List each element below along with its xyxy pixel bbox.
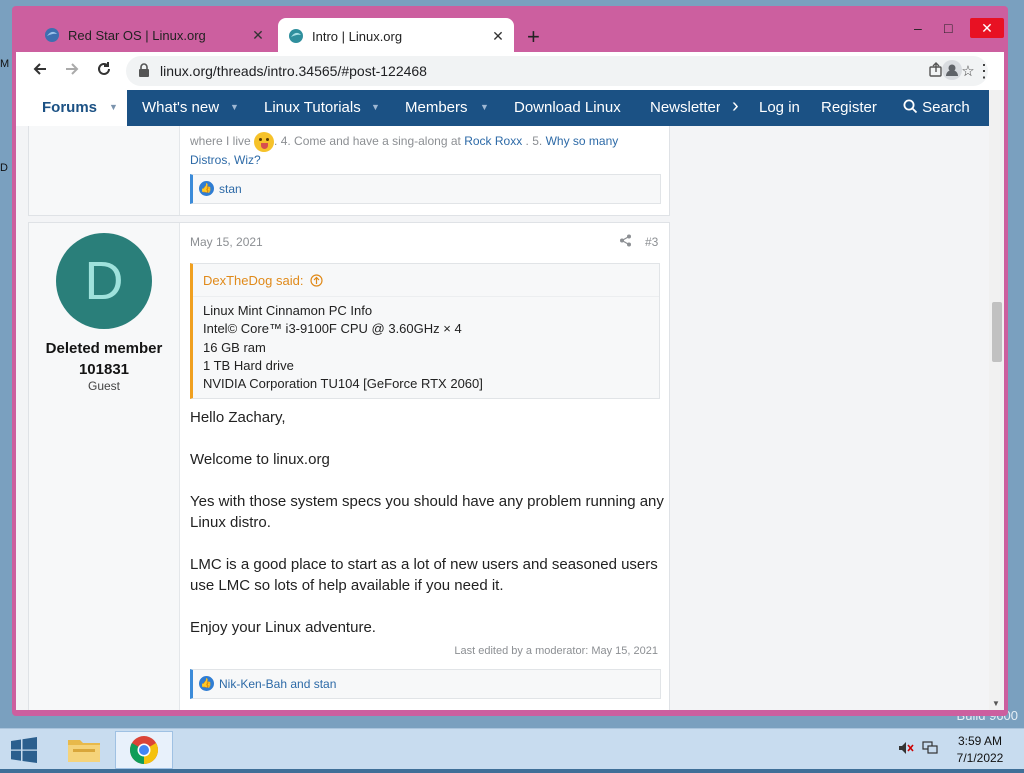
site-navigation: Forums ▼ What's new ▼ Linux Tutorials ▼ … — [16, 90, 989, 126]
quote-line: 1 TB Hard drive — [203, 357, 294, 373]
post-user-panel: D Deleted member 101831 Guest — [29, 223, 180, 710]
last-edited-note: Last edited by a moderator: May 15, 2021 — [454, 645, 658, 657]
tab-intro[interactable]: Intro | Linux.org ✕ — [278, 18, 514, 54]
quote-line: Linux Mint Cinnamon PC Info — [203, 303, 373, 318]
login-link[interactable]: Log in — [759, 99, 800, 116]
folder-icon — [68, 740, 100, 762]
message-paragraph: Enjoy your Linux adventure. — [190, 619, 376, 636]
nav-download-linux[interactable]: Download Linux — [514, 99, 621, 116]
scrollbar-thumb[interactable] — [992, 302, 1002, 362]
chevron-down-icon[interactable]: ▼ — [230, 102, 239, 112]
post-previous: where I live . 4. Come and have a sing-a… — [28, 126, 670, 216]
message-paragraph: Welcome to linux.org — [190, 451, 330, 468]
author-name-line: 101831 — [78, 361, 130, 378]
tab-title: Intro | Linux.org — [312, 28, 403, 44]
menu-icon[interactable]: ⋮ — [972, 60, 996, 82]
chrome-icon — [130, 736, 158, 764]
tab-strip: Red Star OS | Linux.org ✕ Intro | Linux.… — [12, 6, 1008, 54]
quote-line: NVIDIA Corporation TU104 [GeForce RTX 20… — [203, 376, 483, 392]
nav-forums-label: Forums — [42, 99, 98, 116]
nav-newsletter[interactable]: Newsletter — [650, 99, 720, 116]
volume-muted-icon[interactable] — [898, 741, 914, 758]
reactions-bar[interactable]: 👍 Nik-Ken-Bah and stan — [190, 669, 661, 699]
quote-author-label: DexTheDog said: — [203, 273, 304, 288]
network-icon[interactable] — [922, 741, 938, 758]
search-icon — [903, 99, 918, 114]
chrome-taskbar-button[interactable] — [115, 731, 173, 769]
chevron-down-icon[interactable]: ▼ — [109, 102, 118, 112]
author-name-line: Deleted member — [45, 340, 163, 357]
quote-body: Linux Mint Cinnamon PC Info Intel© Core™… — [203, 302, 483, 393]
post-text: . 4. Come and have a sing-along at — [274, 134, 461, 149]
browser-toolbar: linux.org/threads/intro.34565/#post-1224… — [16, 52, 1004, 90]
taskbar: 3:59 AM 7/1/2022 — [0, 728, 1024, 769]
forward-icon[interactable] — [60, 60, 84, 82]
register-link[interactable]: Register — [821, 99, 877, 116]
post-author[interactable]: Deleted member 101831 — [29, 338, 179, 380]
quote-block: DexTheDog said: Linux Mint Cinnamon PC I… — [190, 263, 660, 399]
lock-icon[interactable] — [138, 63, 150, 78]
reactions-bar[interactable]: 👍 stan — [190, 174, 661, 204]
like-icon: 👍 — [199, 181, 214, 196]
message-paragraph: Yes with those system specs you should h… — [190, 493, 664, 531]
post-link[interactable]: Rock Roxx — [464, 134, 522, 148]
quote-author[interactable]: DexTheDog said: — [203, 273, 323, 288]
chevron-down-icon[interactable]: ▼ — [480, 102, 489, 112]
avatar[interactable]: D — [56, 233, 152, 329]
chevron-right-icon[interactable]: › — [732, 95, 739, 118]
tab-red-star-os[interactable]: Red Star OS | Linux.org ✕ — [34, 20, 274, 50]
linux-org-favicon-icon — [45, 28, 59, 42]
clock-date: 7/1/2022 — [956, 751, 1004, 765]
scroll-down-arrow-icon[interactable]: ▼ — [992, 699, 1000, 708]
desktop-icon-label: D — [0, 162, 8, 174]
reaction-names[interactable]: Nik-Ken-Bah and stan — [219, 677, 336, 691]
url-text[interactable]: linux.org/threads/intro.34565/#post-1224… — [160, 63, 427, 79]
post-text: where I live — [190, 134, 251, 149]
like-icon: 👍 — [199, 676, 214, 691]
post-body: where I live . 4. Come and have a sing-a… — [190, 132, 660, 168]
profile-icon[interactable] — [940, 60, 964, 82]
page-scrollbar[interactable]: ▼ — [989, 90, 1004, 710]
clock-time: 3:59 AM — [957, 734, 1003, 748]
tab-title: Red Star OS | Linux.org — [68, 27, 206, 43]
reaction-names[interactable]: stan — [219, 182, 242, 196]
reload-icon[interactable] — [92, 60, 116, 82]
share-icon[interactable] — [619, 234, 632, 250]
linux-org-favicon-icon — [289, 29, 303, 43]
post-text: . 5. — [525, 134, 543, 149]
desktop-icon-label: M — [0, 58, 10, 70]
close-tab-icon[interactable]: ✕ — [248, 27, 268, 44]
chevron-down-icon[interactable]: ▼ — [371, 102, 380, 112]
nav-whats-new[interactable]: What's new — [142, 99, 219, 116]
close-tab-icon[interactable]: ✕ — [488, 28, 508, 45]
maximize-button[interactable]: □ — [944, 20, 952, 36]
post-number[interactable]: #3 — [645, 235, 658, 249]
search-label: Search — [922, 99, 970, 116]
arrow-up-circle-icon[interactable] — [310, 274, 323, 287]
new-tab-button[interactable]: + — [527, 26, 540, 48]
file-explorer-taskbar-button[interactable] — [56, 731, 112, 767]
nav-members[interactable]: Members — [405, 99, 468, 116]
quote-line: Intel© Core™ i3-9100F CPU @ 3.60GHz × 4 — [203, 321, 462, 337]
back-icon[interactable] — [28, 60, 52, 82]
post-date[interactable]: May 15, 2021 — [190, 235, 263, 249]
thread-page: where I live . 4. Come and have a sing-a… — [16, 126, 989, 710]
message-paragraph: LMC is a good place to start as a lot of… — [190, 556, 658, 594]
post-user-panel — [29, 126, 180, 215]
windows-start-icon[interactable] — [10, 737, 38, 763]
divider — [193, 296, 659, 297]
message-paragraph: Hello Zachary, — [190, 409, 286, 426]
search-button[interactable]: Search — [903, 99, 970, 116]
close-window-button[interactable]: ✕ — [970, 18, 1004, 38]
post-message: Hello Zachary, Welcome to linux.org Yes … — [190, 407, 665, 659]
nav-forums[interactable]: Forums ▼ — [16, 90, 127, 126]
user-title: Guest — [87, 379, 120, 393]
post: D Deleted member 101831 Guest May 15, 20… — [28, 222, 670, 710]
quote-line: 16 GB ram — [203, 339, 266, 355]
nav-linux-tutorials[interactable]: Linux Tutorials — [264, 99, 361, 116]
minimize-button[interactable]: – — [914, 20, 922, 36]
tongue-emoji-icon — [254, 132, 275, 152]
taskbar-clock[interactable]: 3:59 AM 7/1/2022 — [950, 733, 1010, 767]
address-bar[interactable]: linux.org/threads/intro.34565/#post-1224… — [126, 56, 988, 86]
